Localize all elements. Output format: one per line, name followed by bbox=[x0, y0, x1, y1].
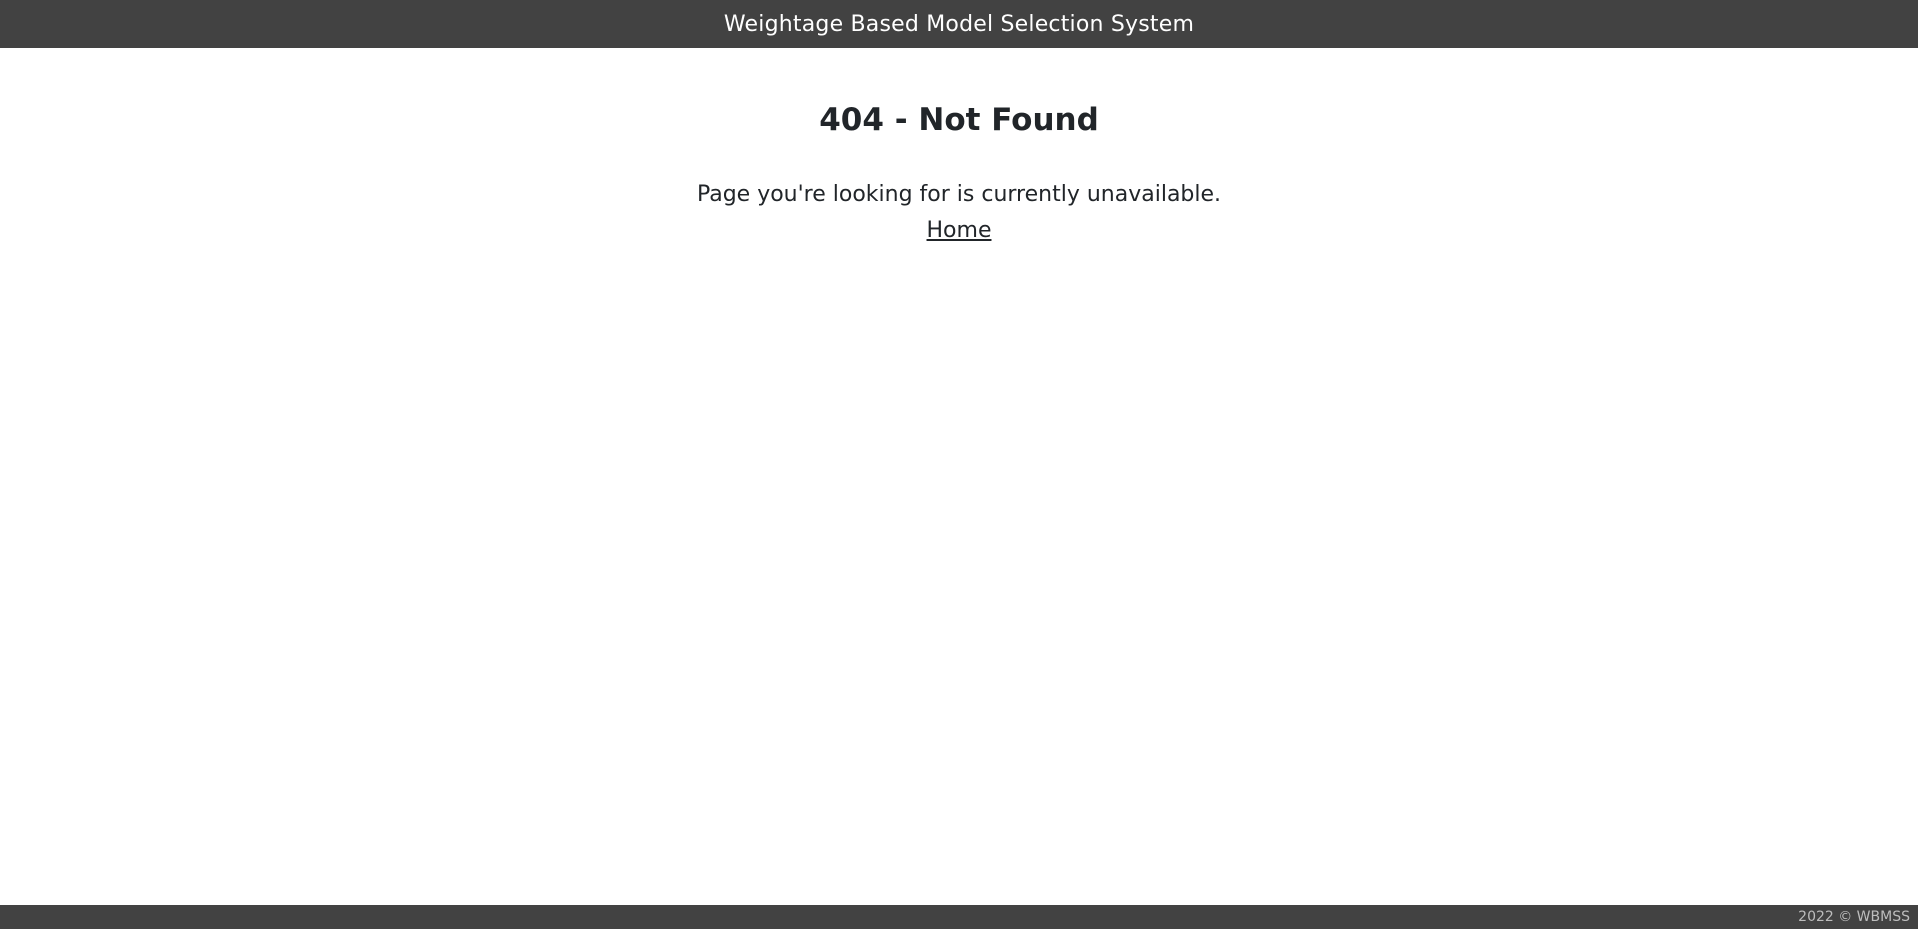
app-root: Weightage Based Model Selection System 4… bbox=[0, 0, 1918, 929]
main-content: 404 - Not Found Page you're looking for … bbox=[0, 48, 1918, 249]
page-title: 404 - Not Found bbox=[819, 102, 1099, 138]
footer-bar: 2022 © WBMSS bbox=[0, 905, 1918, 929]
copyright-text: 2022 © WBMSS bbox=[1798, 909, 1910, 925]
home-link[interactable]: Home bbox=[927, 213, 992, 249]
app-title: Weightage Based Model Selection System bbox=[723, 11, 1195, 37]
top-header-bar: Weightage Based Model Selection System bbox=[0, 0, 1918, 48]
error-message: Page you're looking for is currently una… bbox=[696, 182, 1222, 208]
